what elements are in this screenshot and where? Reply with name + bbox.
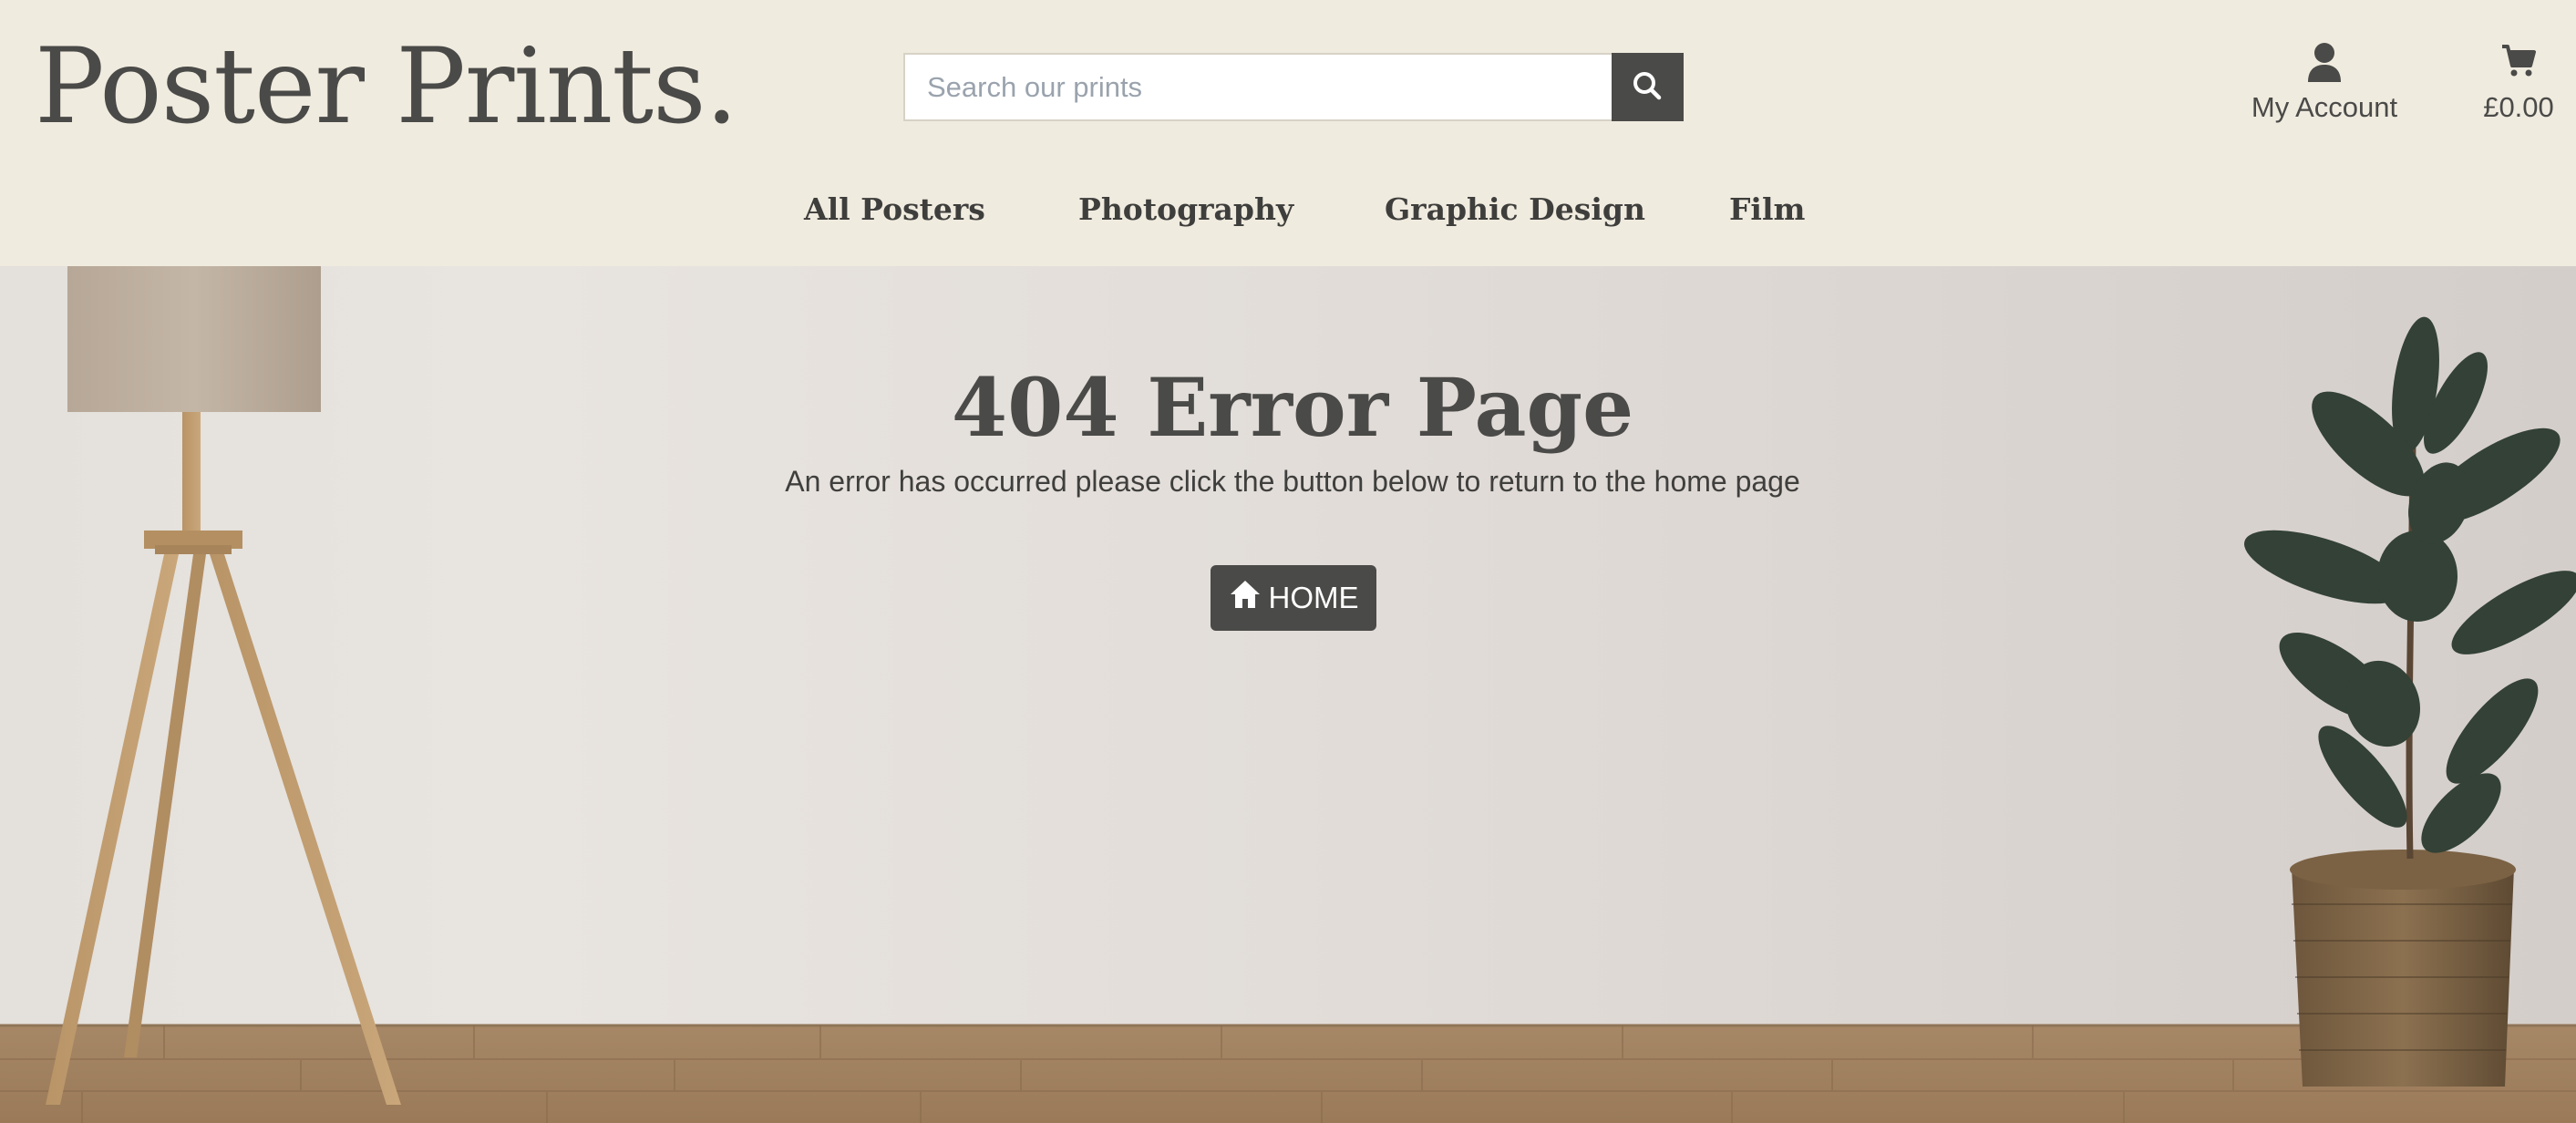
my-account-label: My Account [2251,91,2398,123]
cart-icon [2461,42,2576,86]
search-icon [1631,69,1664,105]
search-button[interactable] [1611,53,1684,121]
hero-section: 404 Error Page An error has occurred ple… [0,266,2576,1123]
home-icon [1229,579,1262,617]
search-input[interactable] [903,53,1612,121]
search-form [903,53,1684,121]
user-icon [2224,42,2425,86]
site-logo[interactable]: Poster Prints. [35,27,738,146]
nav-item-film[interactable]: Film [1729,191,1805,227]
cart-link[interactable]: £0.00 [2461,42,2576,124]
home-button[interactable]: HOME [1211,565,1376,631]
page-title: 404 Error Page [951,360,1634,455]
main-nav: All Posters Photography Graphic Design F… [0,191,2576,246]
my-account-link[interactable]: My Account [2224,42,2425,124]
site-header: Poster Prints. My Account [0,0,2576,266]
nav-item-all-posters[interactable]: All Posters [804,191,985,227]
home-button-label: HOME [1268,581,1359,614]
nav-item-photography[interactable]: Photography [1078,191,1293,227]
cart-total: £0.00 [2483,91,2554,123]
error-message: An error has occurred please click the b… [785,465,1800,498]
nav-item-graphic-design[interactable]: Graphic Design [1385,191,1645,227]
